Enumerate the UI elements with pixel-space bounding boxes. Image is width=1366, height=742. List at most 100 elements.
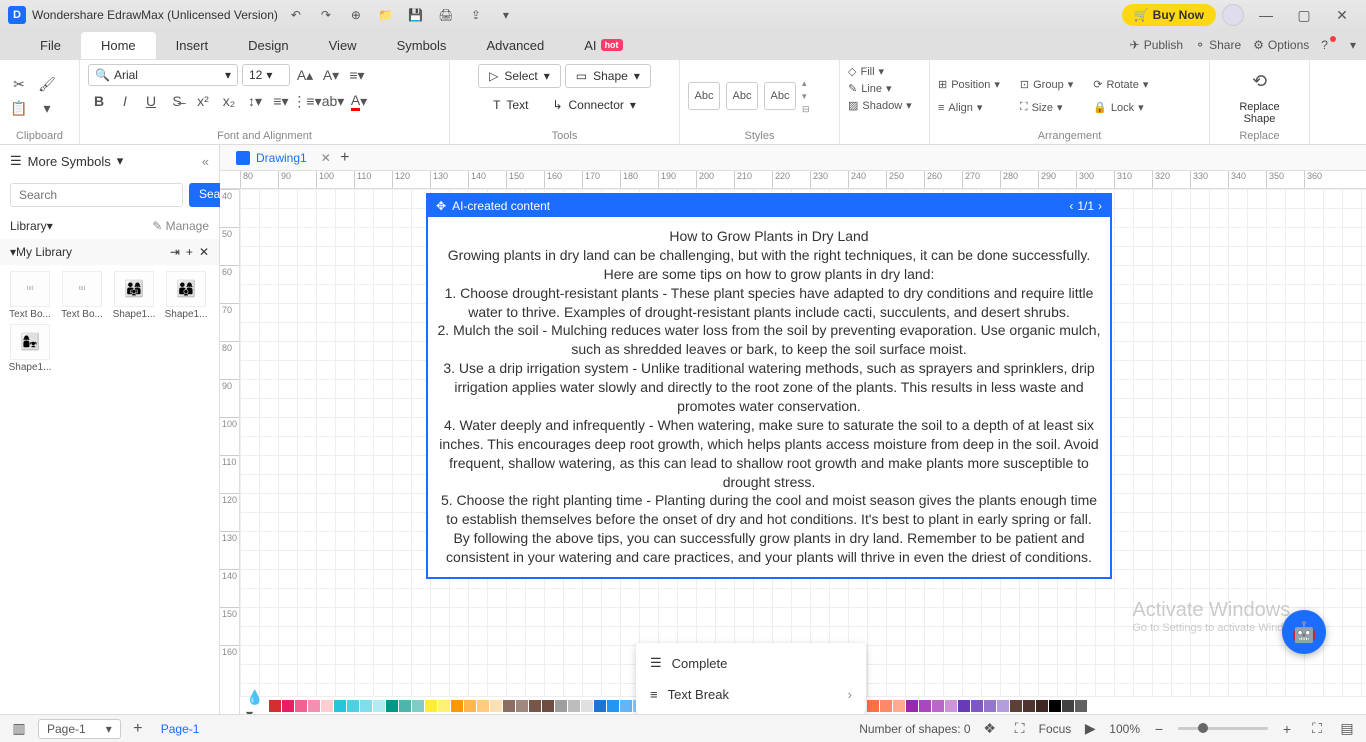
line-spacing-icon[interactable]: ≡▾ <box>270 90 292 112</box>
color-swatch[interactable] <box>555 700 567 712</box>
menu-symbols[interactable]: Symbols <box>377 32 467 59</box>
align-button[interactable]: ≡ Align▾ <box>938 100 1000 115</box>
color-swatch[interactable] <box>542 700 554 712</box>
color-swatch[interactable] <box>1049 700 1061 712</box>
strike-icon[interactable]: S̶ <box>166 90 188 112</box>
chevron-down-icon[interactable]: ▾ <box>494 3 518 27</box>
layers-icon[interactable]: ❖ <box>979 718 1001 740</box>
color-swatch[interactable] <box>334 700 346 712</box>
print-icon[interactable]: 🖨 <box>434 3 458 27</box>
shadow-button[interactable]: ▨ Shadow▾ <box>848 98 921 113</box>
color-swatch[interactable] <box>945 700 957 712</box>
line-button[interactable]: ✎ Line▾ <box>848 81 921 96</box>
color-swatch[interactable] <box>1023 700 1035 712</box>
import-icon[interactable]: ⇥ <box>170 245 180 259</box>
color-swatch[interactable] <box>373 700 385 712</box>
tab-add-icon[interactable]: + <box>335 148 355 168</box>
menu-home[interactable]: Home <box>81 32 156 59</box>
style-preset-2[interactable]: Abc <box>726 82 758 110</box>
color-swatch[interactable] <box>269 700 281 712</box>
page-selector[interactable]: Page-1▾ <box>38 719 121 739</box>
color-swatch[interactable] <box>919 700 931 712</box>
italic-icon[interactable]: I <box>114 90 136 112</box>
size-button[interactable]: ⛶ Size▾ <box>1020 100 1073 115</box>
font-size-select[interactable]: 12 ▾ <box>242 64 290 86</box>
focus-label[interactable]: Focus <box>1039 722 1072 736</box>
canvas[interactable]: ✥ AI-created content ‹1/1› How to Grow P… <box>240 189 1366 714</box>
menu-view[interactable]: View <box>309 32 377 59</box>
open-icon[interactable]: 📁 <box>374 3 398 27</box>
library-item[interactable]: txtText Bo... <box>6 271 54 320</box>
collapse-sidebar-icon[interactable]: « <box>202 154 209 169</box>
ai-box-header[interactable]: ✥ AI-created content ‹1/1› <box>428 195 1110 217</box>
export-icon[interactable]: ⇪ <box>464 3 488 27</box>
color-swatch[interactable] <box>529 700 541 712</box>
color-swatch[interactable] <box>464 700 476 712</box>
color-swatch[interactable] <box>412 700 424 712</box>
color-swatch[interactable] <box>1062 700 1074 712</box>
color-swatch[interactable] <box>906 700 918 712</box>
library-item[interactable]: txtText Bo... <box>58 271 106 320</box>
highlight-icon[interactable]: ab▾ <box>322 90 344 112</box>
lock-button[interactable]: 🔒 Lock▾ <box>1093 100 1148 115</box>
color-swatch[interactable] <box>438 700 450 712</box>
page-tab[interactable]: Page-1 <box>155 720 206 738</box>
library-item[interactable]: 👩‍👧Shape1... <box>6 324 54 373</box>
panel-icon[interactable]: ▤ <box>1336 718 1358 740</box>
color-swatch[interactable] <box>958 700 970 712</box>
color-swatch[interactable] <box>295 700 307 712</box>
color-swatch[interactable] <box>1075 700 1087 712</box>
color-swatch[interactable] <box>594 700 606 712</box>
prev-icon[interactable]: ‹ <box>1069 199 1073 213</box>
color-swatch[interactable] <box>399 700 411 712</box>
color-swatch[interactable] <box>347 700 359 712</box>
style-down-icon[interactable]: ▾ <box>802 91 810 102</box>
zoom-slider[interactable] <box>1178 727 1268 730</box>
superscript-icon[interactable]: x² <box>192 90 214 112</box>
fill-button[interactable]: ◇ Fill▾ <box>848 64 921 79</box>
color-swatch[interactable] <box>282 700 294 712</box>
font-color-icon[interactable]: A▾ <box>348 90 370 112</box>
color-swatch[interactable] <box>360 700 372 712</box>
color-swatch[interactable] <box>880 700 892 712</box>
underline-icon[interactable]: U <box>140 90 162 112</box>
chat-fab-icon[interactable]: 🤖 <box>1282 610 1326 654</box>
undo-icon[interactable]: ↶ <box>284 3 308 27</box>
color-swatch[interactable] <box>1036 700 1048 712</box>
increase-font-icon[interactable]: A▴ <box>294 64 316 86</box>
color-swatch[interactable] <box>867 700 879 712</box>
menu-ai[interactable]: AIhot <box>564 32 642 59</box>
subscript-icon[interactable]: x₂ <box>218 90 240 112</box>
color-swatch[interactable] <box>971 700 983 712</box>
bullets-icon[interactable]: ⋮≡▾ <box>296 90 318 112</box>
color-swatch[interactable] <box>477 700 489 712</box>
connector-tool[interactable]: ↳ Connector ▾ <box>542 94 645 116</box>
style-preset-3[interactable]: Abc <box>764 82 796 110</box>
spacing-icon[interactable]: ↕▾ <box>244 90 266 112</box>
new-icon[interactable]: ⊕ <box>344 3 368 27</box>
color-swatch[interactable] <box>893 700 905 712</box>
fit-icon[interactable]: ⛶ <box>1306 718 1328 740</box>
color-swatch[interactable] <box>386 700 398 712</box>
symbol-search-input[interactable] <box>10 183 183 207</box>
paste-icon[interactable]: ▾ <box>36 97 58 119</box>
color-swatch[interactable] <box>568 700 580 712</box>
color-swatch[interactable] <box>451 700 463 712</box>
remove-icon[interactable]: ✕ <box>199 245 209 259</box>
next-icon[interactable]: › <box>1098 199 1102 213</box>
save-icon[interactable]: 💾 <box>404 3 428 27</box>
avatar[interactable] <box>1222 4 1244 26</box>
color-swatch[interactable] <box>503 700 515 712</box>
cut-icon[interactable]: ✂ <box>8 73 30 95</box>
close-icon[interactable]: ✕ <box>1326 1 1358 29</box>
help-button[interactable]: ? <box>1321 38 1338 52</box>
collapse-ribbon-icon[interactable]: ▾ <box>1350 38 1356 52</box>
color-swatch[interactable] <box>425 700 437 712</box>
library-item[interactable]: 👨‍👩‍👦Shape1... <box>162 271 210 320</box>
color-swatch[interactable] <box>607 700 619 712</box>
select-tool[interactable]: ▷ Select ▾ <box>478 64 561 88</box>
zoom-level[interactable]: 100% <box>1109 722 1140 736</box>
menu-advanced[interactable]: Advanced <box>466 32 564 59</box>
shape-tool[interactable]: ▭ Shape ▾ <box>565 64 651 88</box>
color-swatch[interactable] <box>308 700 320 712</box>
